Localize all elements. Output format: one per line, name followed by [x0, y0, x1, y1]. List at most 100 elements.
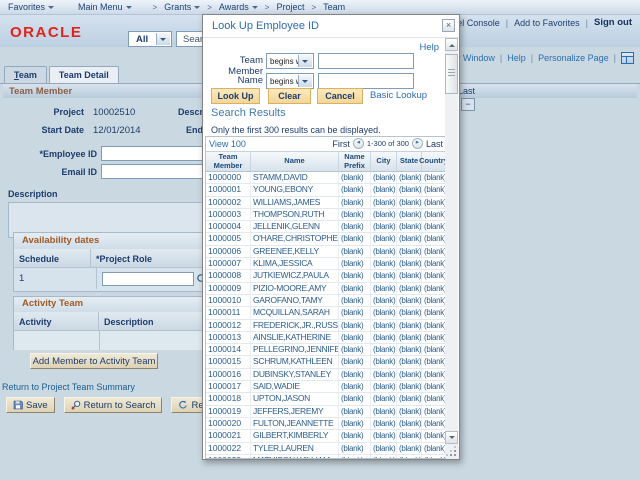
result-id-cell[interactable]: 1000017	[206, 381, 250, 392]
result-name-cell[interactable]: AINSLIE,KATHERINE	[250, 332, 338, 343]
breadcrumb-awards[interactable]: Awards	[219, 2, 258, 12]
breadcrumb-team[interactable]: Team	[323, 2, 345, 12]
result-row[interactable]: 1000008JUTKIEWICZ,PAULA(blank)(blank)(bl…	[206, 270, 445, 282]
chevron-down-icon[interactable]	[156, 33, 170, 45]
result-row[interactable]: 1000001YOUNG,EBONY(blank)(blank)(blank)(…	[206, 184, 445, 196]
pager-last-label[interactable]: Last	[426, 139, 443, 149]
resize-grip[interactable]	[446, 446, 459, 459]
chevron-down-icon[interactable]	[298, 55, 312, 67]
view-100-link[interactable]: View 100	[209, 139, 246, 149]
result-row[interactable]: 1000003THOMPSON,RUTH(blank)(blank)(blank…	[206, 209, 445, 221]
result-row[interactable]: 1000023MATHISON,WILLIAM(blank)(blank)(bl…	[206, 455, 445, 459]
grid-icon[interactable]	[621, 52, 634, 64]
result-id-cell[interactable]: 1000020	[206, 418, 250, 429]
result-id-cell[interactable]: 1000015	[206, 356, 250, 367]
sign-out-link[interactable]: Sign out	[594, 17, 632, 28]
previous-page-icon[interactable]: ◂	[353, 138, 364, 149]
team-member-operator-select[interactable]: begins with	[266, 53, 314, 69]
project-role-field[interactable]	[102, 272, 194, 286]
result-name-cell[interactable]: MCQUILLAN,SARAH	[250, 307, 338, 318]
result-row[interactable]: 1000022TYLER,LAUREN(blank)(blank)(blank)…	[206, 443, 445, 455]
tab-team-detail[interactable]: Team Detail	[49, 66, 119, 83]
result-name-cell[interactable]: JELLENIK,GLENN	[250, 221, 338, 232]
result-name-cell[interactable]: TYLER,LAUREN	[250, 443, 338, 454]
result-name-cell[interactable]: STAMM,DAVID	[250, 172, 338, 183]
result-name-cell[interactable]: FREDERICK,JR.,RUSSELL	[250, 320, 338, 331]
name-filter-input[interactable]	[318, 73, 414, 89]
modal-help-link[interactable]: Help	[419, 42, 439, 53]
result-name-cell[interactable]: THOMPSON,RUTH	[250, 209, 338, 220]
result-row[interactable]: 1000002WILLIAMS,JAMES(blank)(blank)(blan…	[206, 197, 445, 209]
scrollbar-thumb[interactable]	[445, 54, 458, 94]
help-link[interactable]: Help	[507, 53, 526, 63]
result-name-cell[interactable]: GILBERT,KIMBERLY	[250, 430, 338, 441]
result-id-cell[interactable]: 1000021	[206, 430, 250, 441]
result-name-cell[interactable]: WILLIAMS,JAMES	[250, 197, 338, 208]
result-row[interactable]: 1000015SCHRUM,KATHLEEN(blank)(blank)(bla…	[206, 356, 445, 368]
add-to-favorites-link[interactable]: Add to Favorites	[514, 18, 580, 28]
result-name-cell[interactable]: GREENEE,KELLY	[250, 246, 338, 257]
result-id-cell[interactable]: 1000012	[206, 320, 250, 331]
result-id-cell[interactable]: 1000008	[206, 270, 250, 281]
clear-button[interactable]: Clear	[268, 88, 311, 104]
result-row[interactable]: 1000017SAID,WADIE(blank)(blank)(blank)(b…	[206, 381, 445, 393]
search-scope-select[interactable]: All	[128, 31, 172, 47]
breadcrumb-main-menu[interactable]: Main Menu	[78, 2, 132, 12]
result-name-cell[interactable]: SCHRUM,KATHLEEN	[250, 356, 338, 367]
result-name-cell[interactable]: O'HARE,CHRISTOPHER	[250, 233, 338, 244]
scroll-up-icon[interactable]	[445, 38, 458, 51]
result-id-cell[interactable]: 1000013	[206, 332, 250, 343]
result-name-cell[interactable]: MATHISON,WILLIAM	[250, 455, 338, 459]
result-row[interactable]: 1000021GILBERT,KIMBERLY(blank)(blank)(bl…	[206, 430, 445, 442]
result-row[interactable]: 1000016DUBINSKY,STANLEY(blank)(blank)(bl…	[206, 369, 445, 381]
result-name-cell[interactable]: SAID,WADIE	[250, 381, 338, 392]
name-operator-select[interactable]: begins with	[266, 73, 314, 89]
result-row[interactable]: 1000006GREENEE,KELLY(blank)(blank)(blank…	[206, 246, 445, 258]
result-id-cell[interactable]: 1000018	[206, 393, 250, 404]
result-id-cell[interactable]: 1000006	[206, 246, 250, 257]
result-id-cell[interactable]: 1000011	[206, 307, 250, 318]
result-row[interactable]: 1000005O'HARE,CHRISTOPHER(blank)(blank)(…	[206, 233, 445, 245]
result-row[interactable]: 1000014PELLEGRINO,JENNIFER(blank)(blank)…	[206, 344, 445, 356]
close-icon[interactable]: ×	[442, 19, 455, 32]
scroll-down-icon[interactable]	[445, 431, 458, 444]
return-to-search-button[interactable]: Return to Search	[64, 397, 163, 413]
modal-scrollbar[interactable]	[445, 38, 458, 458]
result-name-cell[interactable]: FULTON,JEANNETTE	[250, 418, 338, 429]
result-row[interactable]: 1000020FULTON,JEANNETTE(blank)(blank)(bl…	[206, 418, 445, 430]
result-id-cell[interactable]: 1000002	[206, 197, 250, 208]
pager-last-label[interactable]: Last	[458, 86, 475, 96]
breadcrumb-grants[interactable]: Grants	[164, 2, 200, 12]
result-id-cell[interactable]: 1000010	[206, 295, 250, 306]
tab-team[interactable]: Team	[4, 66, 47, 83]
result-row[interactable]: 1000007KLIMA,JESSICA(blank)(blank)(blank…	[206, 258, 445, 270]
pager-first-label[interactable]: First	[332, 139, 350, 149]
result-name-cell[interactable]: JEFFERS,JEREMY	[250, 406, 338, 417]
result-id-cell[interactable]: 1000007	[206, 258, 250, 269]
personalize-page-link[interactable]: Personalize Page	[538, 53, 609, 63]
chevron-down-icon[interactable]	[298, 75, 312, 87]
breadcrumb-project[interactable]: Project	[276, 2, 304, 12]
result-id-cell[interactable]: 1000016	[206, 369, 250, 380]
result-id-cell[interactable]: 1000004	[206, 221, 250, 232]
return-to-project-team-summary-link[interactable]: Return to Project Team Summary	[2, 382, 135, 392]
result-row[interactable]: 1000019JEFFERS,JEREMY(blank)(blank)(blan…	[206, 406, 445, 418]
result-id-cell[interactable]: 1000000	[206, 172, 250, 183]
result-name-cell[interactable]: KLIMA,JESSICA	[250, 258, 338, 269]
result-id-cell[interactable]: 1000005	[206, 233, 250, 244]
cancel-button[interactable]: Cancel	[317, 88, 363, 104]
team-member-filter-input[interactable]	[318, 53, 414, 69]
result-id-cell[interactable]: 1000014	[206, 344, 250, 355]
result-row[interactable]: 1000013AINSLIE,KATHERINE(blank)(blank)(b…	[206, 332, 445, 344]
result-id-cell[interactable]: 1000001	[206, 184, 250, 195]
save-button[interactable]: Save	[6, 397, 55, 413]
result-row[interactable]: 1000010GAROFANO,TAMY(blank)(blank)(blank…	[206, 295, 445, 307]
result-name-cell[interactable]: GAROFANO,TAMY	[250, 295, 338, 306]
result-name-cell[interactable]: JUTKIEWICZ,PAULA	[250, 270, 338, 281]
add-member-button[interactable]: Add Member to Activity Team	[30, 353, 158, 369]
result-id-cell[interactable]: 1000003	[206, 209, 250, 220]
result-id-cell[interactable]: 1000009	[206, 283, 250, 294]
result-row[interactable]: 1000009PIZIO-MOORE,AMY(blank)(blank)(bla…	[206, 283, 445, 295]
result-id-cell[interactable]: 1000022	[206, 443, 250, 454]
result-row[interactable]: 1000012FREDERICK,JR.,RUSSELL(blank)(blan…	[206, 320, 445, 332]
